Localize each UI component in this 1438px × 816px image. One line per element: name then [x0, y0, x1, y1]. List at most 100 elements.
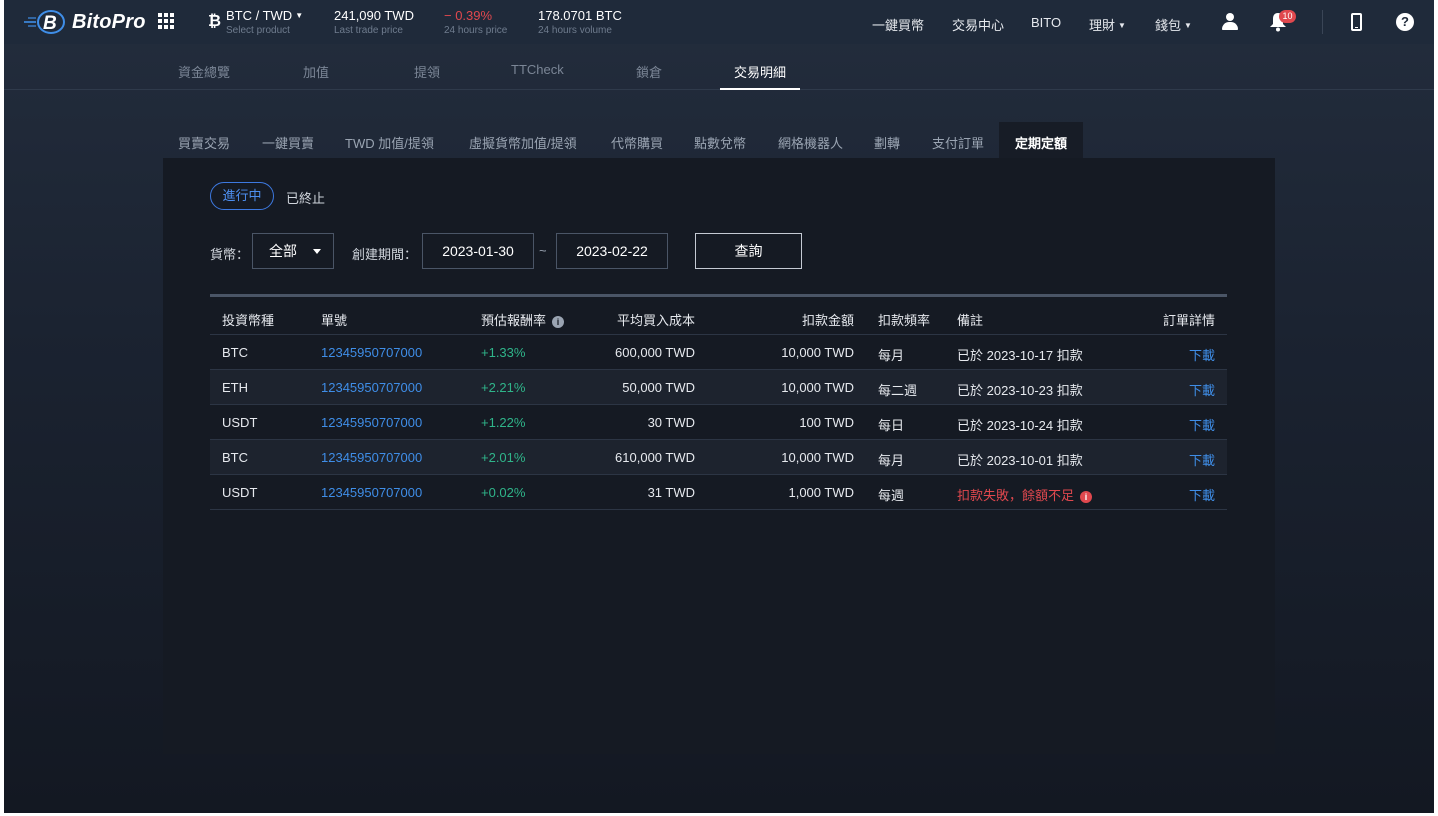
- info-icon[interactable]: i: [1080, 491, 1093, 503]
- caret-down-icon: ▼: [1118, 21, 1126, 30]
- currency-select-value: 全部: [269, 243, 297, 259]
- col-header-amount: 扣款金額: [801, 313, 854, 328]
- nav-finance-label: 理財: [1089, 18, 1116, 33]
- cell-note: 已於 2023-10-23 扣款: [957, 383, 1083, 398]
- subnav-lock[interactable]: 鎖倉: [636, 62, 662, 81]
- table-row: USDT 12345950707000 +0.02% 31 TWD 1,000 …: [210, 475, 1227, 510]
- cell-order-no-link[interactable]: 12345950707000: [321, 450, 422, 465]
- subnav-deposit[interactable]: 加值: [303, 62, 329, 81]
- active-tab-underline: [720, 88, 800, 90]
- mobile-app-icon[interactable]: [1351, 13, 1362, 31]
- help-icon[interactable]: ?: [1396, 13, 1414, 31]
- cell-est-return: +2.01%: [481, 450, 526, 465]
- col-header-details: 訂單詳情: [1162, 313, 1215, 328]
- brand-name: BitoPro: [72, 10, 146, 33]
- col-header-avg-cost: 平均買入成本: [616, 313, 695, 328]
- cell-note: 已於 2023-10-24 扣款: [957, 418, 1083, 433]
- cell-est-return: +0.02%: [481, 485, 526, 500]
- tab-points-exchange[interactable]: 點數兌幣: [694, 133, 746, 152]
- cell-order-no-link[interactable]: 12345950707000: [321, 485, 422, 500]
- cell-avg-cost: 31 TWD: [647, 485, 695, 500]
- nav-bito[interactable]: BITO: [1031, 15, 1061, 30]
- subnav-ttcheck[interactable]: TTCheck: [511, 62, 564, 77]
- tab-trades[interactable]: 買賣交易: [178, 133, 230, 152]
- bitopro-logo-icon: B: [24, 10, 65, 34]
- cell-avg-cost: 600,000 TWD: [615, 345, 695, 360]
- svg-text:B: B: [43, 13, 57, 34]
- cell-frequency: 每月: [878, 453, 905, 468]
- last-price-value: 241,090 TWD: [334, 8, 414, 23]
- cell-order-no-link[interactable]: 12345950707000: [321, 380, 422, 395]
- volume: 178.0701 BTC 24 hours volume: [538, 8, 648, 37]
- subnav-assets-overview[interactable]: 資金總覽: [178, 62, 230, 81]
- period-label: 創建期間：: [352, 247, 418, 262]
- currency-label: 貨幣：: [210, 247, 250, 262]
- last-price: 241,090 TWD Last trade price: [334, 8, 444, 37]
- failed-note-text: 扣款失敗，餘額不足: [957, 488, 1075, 503]
- download-link[interactable]: 下載: [1189, 485, 1215, 504]
- start-date-input[interactable]: 2023-01-30: [422, 233, 534, 269]
- status-ended-toggle[interactable]: 已終止: [286, 188, 325, 207]
- status-active-toggle[interactable]: 進行中: [210, 182, 274, 210]
- tab-token-purchase[interactable]: 代幣購買: [611, 133, 663, 152]
- cell-amount: 1,000 TWD: [788, 485, 854, 500]
- col-header-coin: 投資幣種: [222, 313, 275, 328]
- download-link[interactable]: 下載: [1189, 380, 1215, 399]
- cell-coin: BTC: [222, 345, 248, 360]
- nav-one-click-buy[interactable]: 一鍵買幣: [872, 15, 924, 34]
- cell-avg-cost: 610,000 TWD: [615, 450, 695, 465]
- apps-grid-icon[interactable]: [158, 13, 176, 31]
- tab-recurring-investment[interactable]: 定期定額: [1015, 133, 1067, 152]
- info-icon[interactable]: i: [552, 316, 565, 328]
- download-link[interactable]: 下載: [1189, 415, 1215, 434]
- cell-coin: ETH: [222, 380, 248, 395]
- tab-grid-bot[interactable]: 網格機器人: [778, 133, 843, 152]
- app-window: B BitoPro ₿ BTC / TWD ▼ Select product 24…: [4, 0, 1434, 813]
- cell-note: 已於 2023-10-17 扣款: [957, 348, 1083, 363]
- tab-crypto-deposit-withdraw[interactable]: 虛擬貨幣加值/提領: [469, 133, 577, 152]
- price-change-value: − 0.39%: [444, 8, 493, 23]
- date-separator: ~: [539, 243, 547, 258]
- tab-one-click-trades[interactable]: 一鍵買賣: [262, 133, 314, 152]
- cell-note-failed: 扣款失敗，餘額不足 i: [957, 485, 1093, 504]
- cell-order-no-link[interactable]: 12345950707000: [321, 415, 422, 430]
- tab-transfer[interactable]: 劃轉: [874, 133, 900, 152]
- volume-value: 178.0701 BTC: [538, 8, 622, 23]
- download-link[interactable]: 下載: [1189, 450, 1215, 469]
- col-header-order-no: 單號: [321, 313, 348, 328]
- nav-exchange[interactable]: 交易中心: [952, 15, 1004, 34]
- pair-name: BTC / TWD: [226, 8, 293, 23]
- cell-coin: USDT: [222, 485, 258, 500]
- tab-payment-orders[interactable]: 支付訂單: [932, 133, 984, 152]
- cell-est-return: +2.21%: [481, 380, 526, 395]
- cell-frequency: 每二週: [878, 383, 918, 398]
- nav-finance[interactable]: 理財 ▼: [1089, 15, 1126, 34]
- cell-frequency: 每週: [878, 488, 905, 503]
- col-header-est-return: 預估報酬率 i: [481, 310, 565, 329]
- currency-select[interactable]: 全部: [252, 233, 334, 269]
- nav-wallet-label: 錢包: [1155, 18, 1182, 33]
- user-icon[interactable]: [1222, 13, 1238, 30]
- cell-order-no-link[interactable]: 12345950707000: [321, 345, 422, 360]
- col-header-frequency: 扣款頻率: [878, 313, 931, 328]
- cell-coin: USDT: [222, 415, 258, 430]
- notification-bell[interactable]: 10: [1269, 10, 1296, 37]
- brand-logo[interactable]: B BitoPro: [24, 8, 146, 36]
- subnav-withdraw[interactable]: 提領: [414, 62, 440, 81]
- query-button[interactable]: 查詢: [695, 233, 802, 269]
- end-date-input[interactable]: 2023-02-22: [556, 233, 668, 269]
- nav-wallet[interactable]: 錢包 ▼: [1155, 15, 1192, 34]
- subnav-transaction-details[interactable]: 交易明細: [734, 62, 786, 81]
- chevron-down-icon: [313, 249, 321, 254]
- divider: [1322, 10, 1323, 34]
- cell-note: 已於 2023-10-01 扣款: [957, 453, 1083, 468]
- col-header-est-return-label: 預估報酬率: [481, 313, 547, 328]
- cell-avg-cost: 30 TWD: [647, 415, 695, 430]
- tab-twd-deposit-withdraw[interactable]: TWD 加值/提領: [345, 133, 434, 152]
- caret-down-icon: ▼: [295, 11, 304, 20]
- download-link[interactable]: 下載: [1189, 345, 1215, 364]
- pair-selector[interactable]: BTC / TWD ▼ Select product: [226, 8, 334, 37]
- table-row: BTC 12345950707000 +2.01% 610,000 TWD 10…: [210, 440, 1227, 475]
- bitcoin-icon: ₿: [208, 13, 222, 30]
- cell-coin: BTC: [222, 450, 248, 465]
